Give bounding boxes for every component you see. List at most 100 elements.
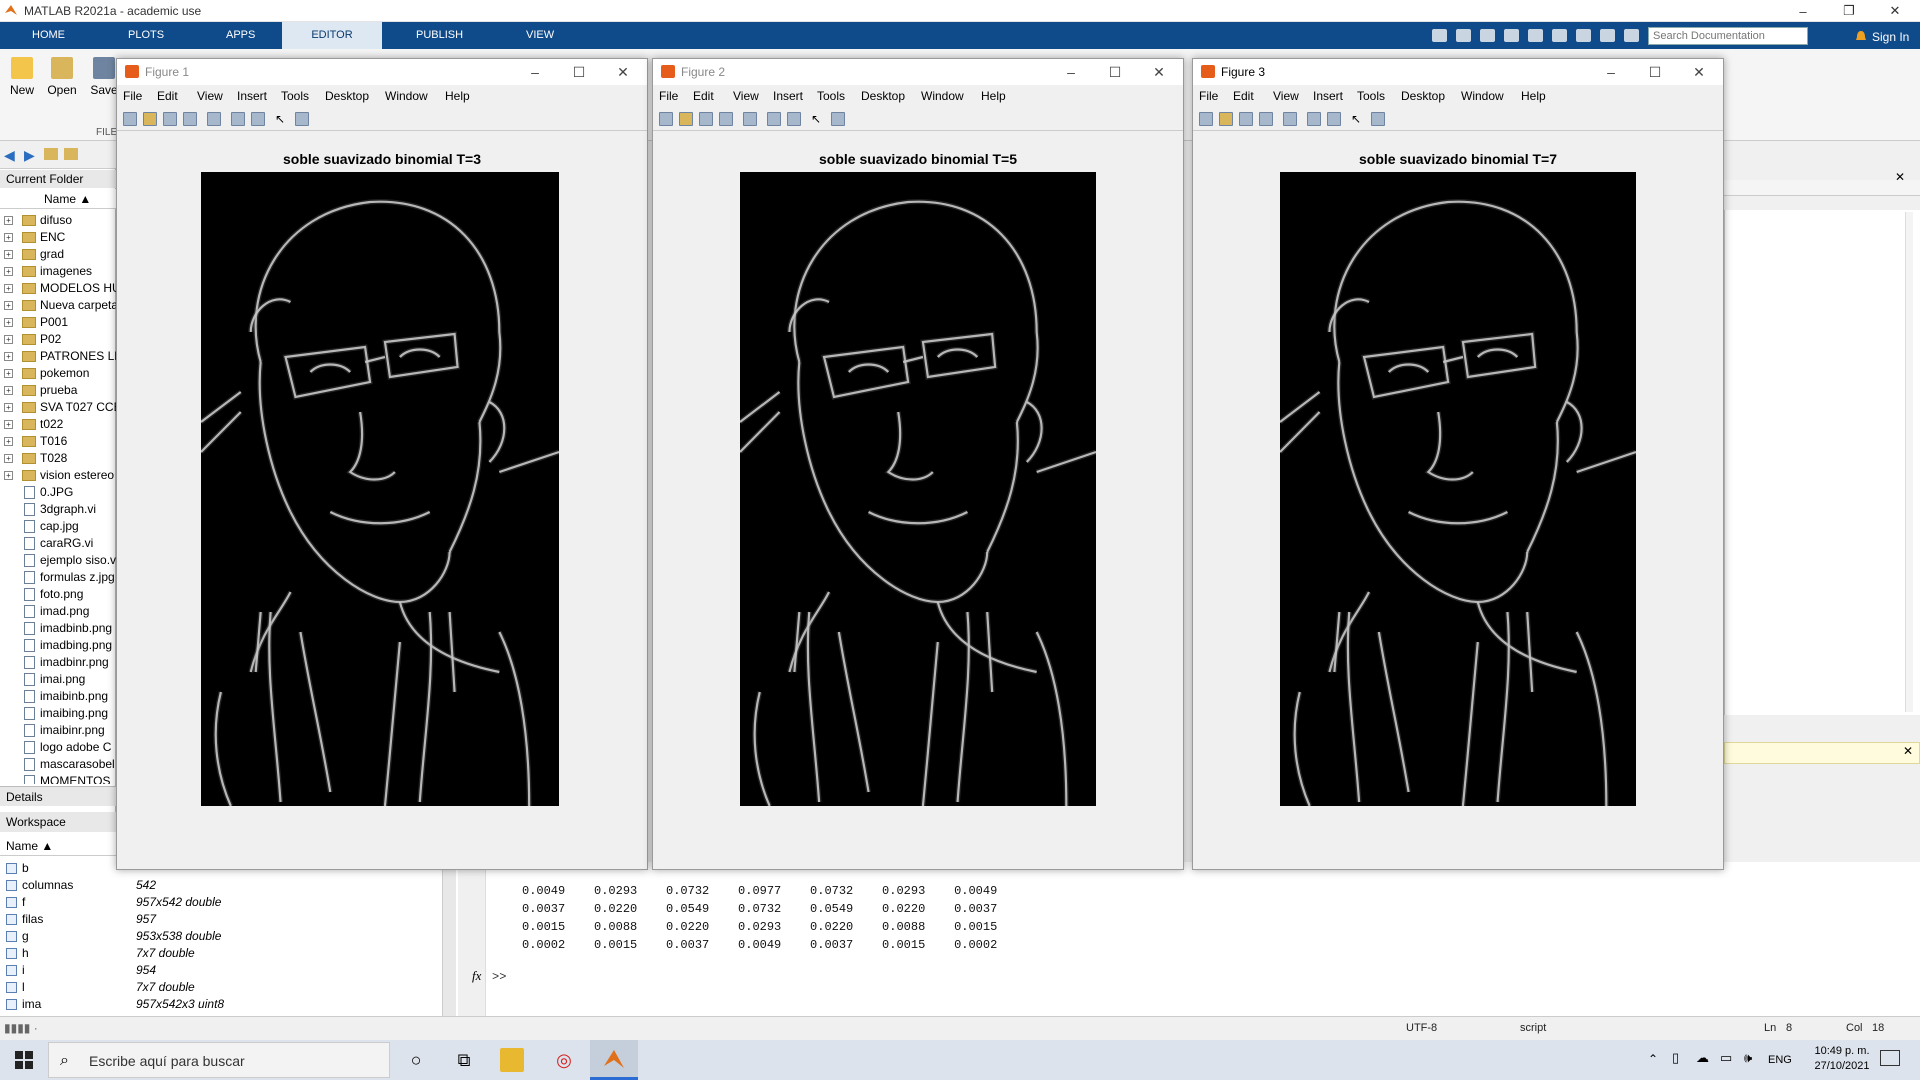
colorbar-icon[interactable] — [231, 112, 245, 126]
browse-folder-icon[interactable] — [64, 148, 78, 160]
menu-help[interactable]: Help — [1521, 89, 1546, 103]
folder-row[interactable]: + prueba — [0, 382, 116, 399]
open-button[interactable]: Open — [42, 57, 82, 97]
new-figure-icon[interactable] — [123, 112, 137, 126]
copy-icon[interactable] — [1480, 29, 1495, 42]
folder-row[interactable]: + SVA T027 CCE — [0, 399, 116, 416]
minimize-button[interactable]: – — [1589, 59, 1633, 85]
notification-icon[interactable] — [1855, 30, 1867, 44]
link-plot-icon[interactable] — [1283, 112, 1297, 126]
clock[interactable]: 10:49 p. m. 27/10/2021 — [1806, 1044, 1878, 1074]
switch-windows-icon[interactable] — [1576, 29, 1591, 42]
pointer-icon[interactable]: ↖ — [1351, 112, 1365, 126]
folder-row[interactable]: + imagenes — [0, 263, 116, 280]
menu-help[interactable]: Help — [981, 89, 1006, 103]
help-icon[interactable] — [1600, 29, 1615, 42]
menu-window[interactable]: Window — [1461, 89, 1504, 103]
menu-file[interactable]: File — [659, 89, 678, 103]
file-row[interactable]: 0.JPG — [0, 484, 116, 501]
expand-icon[interactable]: + — [4, 352, 13, 361]
tab-editor[interactable]: EDITOR — [282, 22, 382, 49]
minimize-button[interactable]: – — [1049, 59, 1093, 85]
folder-row[interactable]: + pokemon — [0, 365, 116, 382]
file-row[interactable]: imadbinb.png — [0, 620, 116, 637]
file-row[interactable]: ejemplo siso.v — [0, 552, 116, 569]
redo-icon[interactable] — [1552, 29, 1567, 42]
file-row[interactable]: cap.jpg — [0, 518, 116, 535]
folder-row[interactable]: + T028 — [0, 450, 116, 467]
file-row[interactable]: formulas z.jpg — [0, 569, 116, 586]
legend-icon[interactable] — [787, 112, 801, 126]
maximize-button[interactable]: ☐ — [1093, 59, 1137, 85]
menu-file[interactable]: File — [123, 89, 142, 103]
expand-icon[interactable]: + — [4, 267, 13, 276]
save-figure-icon[interactable] — [1239, 112, 1253, 126]
expand-icon[interactable]: + — [4, 471, 13, 480]
folder-row[interactable]: + T016 — [0, 433, 116, 450]
community-icon[interactable] — [1624, 29, 1639, 42]
close-button[interactable]: ✕ — [601, 59, 645, 85]
show-hidden-icons-chevron[interactable]: ⌃ — [1648, 1052, 1658, 1066]
menu-insert[interactable]: Insert — [1313, 89, 1343, 103]
close-panel-icon[interactable]: ✕ — [1895, 170, 1905, 184]
maximize-button[interactable]: ❐ — [1826, 0, 1872, 22]
workspace-variable-row[interactable]: f 957x542 double — [0, 894, 440, 911]
folder-row[interactable]: + P001 — [0, 314, 116, 331]
file-row[interactable]: imaibinr.png — [0, 722, 116, 739]
network-icon[interactable]: ▭ — [1720, 1050, 1732, 1066]
maximize-button[interactable]: ☐ — [557, 59, 601, 85]
name-column-header[interactable]: Name ▲ — [0, 189, 116, 209]
figure-window-1[interactable]: Figure 1 – ☐ ✕ File Edit View Insert Too… — [116, 58, 648, 870]
expand-icon[interactable]: + — [4, 454, 13, 463]
up-folder-icon[interactable] — [44, 148, 58, 160]
tab-home[interactable]: HOME — [18, 22, 79, 49]
menu-insert[interactable]: Insert — [237, 89, 267, 103]
menu-edit[interactable]: Edit — [157, 89, 178, 103]
expand-icon[interactable]: + — [4, 403, 13, 412]
legend-icon[interactable] — [251, 112, 265, 126]
expand-icon[interactable]: + — [4, 386, 13, 395]
print-figure-icon[interactable] — [1259, 112, 1273, 126]
folder-row[interactable]: + difuso — [0, 212, 116, 229]
menu-edit[interactable]: Edit — [1233, 89, 1254, 103]
file-row[interactable]: 3dgraph.vi — [0, 501, 116, 518]
tab-publish[interactable]: PUBLISH — [402, 22, 477, 49]
link-plot-icon[interactable] — [743, 112, 757, 126]
pointer-icon[interactable]: ↖ — [811, 112, 825, 126]
folder-row[interactable]: + MODELOS HU — [0, 280, 116, 297]
new-figure-icon[interactable] — [659, 112, 673, 126]
close-button[interactable]: ✕ — [1137, 59, 1181, 85]
menu-view[interactable]: View — [733, 89, 759, 103]
editor-scrollbar[interactable] — [1905, 212, 1913, 712]
workspace-scrollbar[interactable] — [442, 860, 456, 1016]
menu-tools[interactable]: Tools — [817, 89, 845, 103]
close-message-icon[interactable]: ✕ — [1903, 744, 1913, 758]
paste-icon[interactable] — [1504, 29, 1519, 42]
sign-in-link[interactable]: Sign In — [1872, 30, 1909, 44]
undo-icon[interactable] — [1528, 29, 1543, 42]
folder-row[interactable]: + ENC — [0, 229, 116, 246]
file-row[interactable]: imai.png — [0, 671, 116, 688]
cortana-icon[interactable]: ○ — [404, 1048, 428, 1072]
menu-view[interactable]: View — [197, 89, 223, 103]
file-row[interactable]: imadbinr.png — [0, 654, 116, 671]
forward-arrow-icon[interactable]: ▶ — [24, 147, 35, 164]
menu-desktop[interactable]: Desktop — [1401, 89, 1445, 103]
folder-row[interactable]: + grad — [0, 246, 116, 263]
notifications-icon[interactable] — [1880, 1050, 1900, 1066]
menu-view[interactable]: View — [1273, 89, 1299, 103]
open-file-icon[interactable] — [143, 112, 157, 126]
menu-insert[interactable]: Insert — [773, 89, 803, 103]
expand-icon[interactable]: + — [4, 284, 13, 293]
property-inspector-icon[interactable] — [295, 112, 309, 126]
new-button[interactable]: New — [2, 57, 42, 97]
folder-row[interactable]: + t022 — [0, 416, 116, 433]
cloud-icon[interactable]: ☁ — [1696, 1050, 1709, 1066]
workspace-variable-row[interactable]: ima 957x542x3 uint8 — [0, 996, 440, 1013]
minimize-button[interactable]: – — [513, 59, 557, 85]
colorbar-icon[interactable] — [767, 112, 781, 126]
file-row[interactable]: foto.png — [0, 586, 116, 603]
save-figure-icon[interactable] — [699, 112, 713, 126]
file-row[interactable]: caraRG.vi — [0, 535, 116, 552]
folder-row[interactable]: + P02 — [0, 331, 116, 348]
